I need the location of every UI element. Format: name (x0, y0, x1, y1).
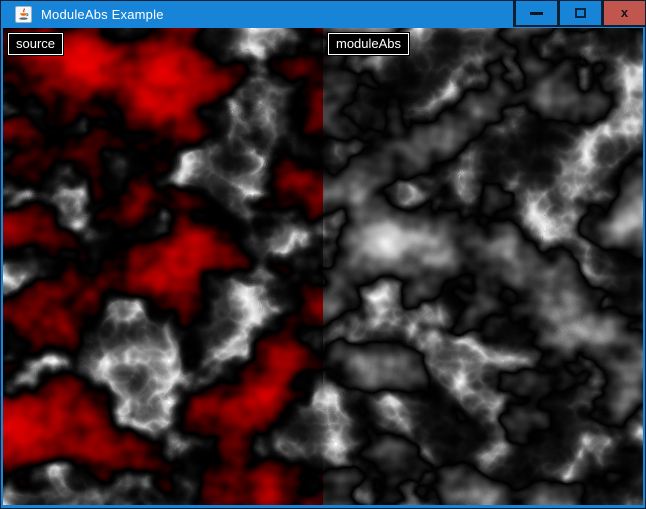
window-title: ModuleAbs Example (41, 7, 164, 22)
java-coffee-cup-icon (15, 6, 32, 23)
moduleabs-label: moduleAbs (328, 33, 409, 55)
render-canvas: source moduleAbs (3, 28, 643, 505)
minimize-icon (530, 12, 543, 15)
app-window: ModuleAbs Example x (0, 0, 646, 509)
maximize-button[interactable] (557, 1, 601, 27)
minimize-button[interactable] (513, 1, 557, 27)
close-button[interactable]: x (601, 1, 645, 27)
maximize-icon (575, 8, 586, 18)
window-controls: x (513, 1, 645, 27)
source-label: source (8, 33, 63, 55)
noise-render (3, 28, 643, 505)
close-icon: x (621, 6, 628, 19)
titlebar[interactable]: ModuleAbs Example x (1, 1, 645, 28)
